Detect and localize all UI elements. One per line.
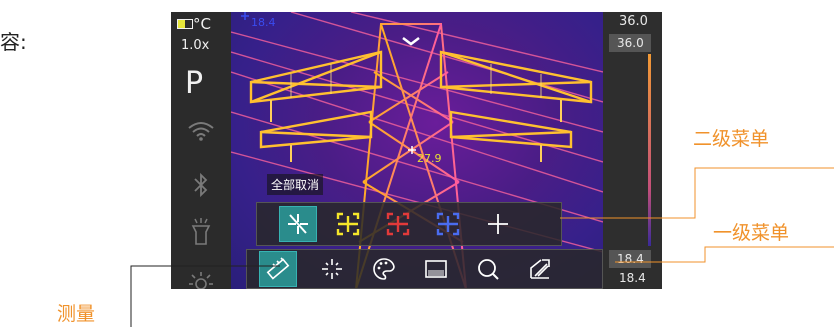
measure-callout: 测量 [57, 303, 96, 325]
secondary-menu-callout: 二级菜单 [693, 128, 770, 150]
primary-menu-callout: 一级菜单 [713, 222, 790, 244]
callout-lines [130, 167, 834, 327]
